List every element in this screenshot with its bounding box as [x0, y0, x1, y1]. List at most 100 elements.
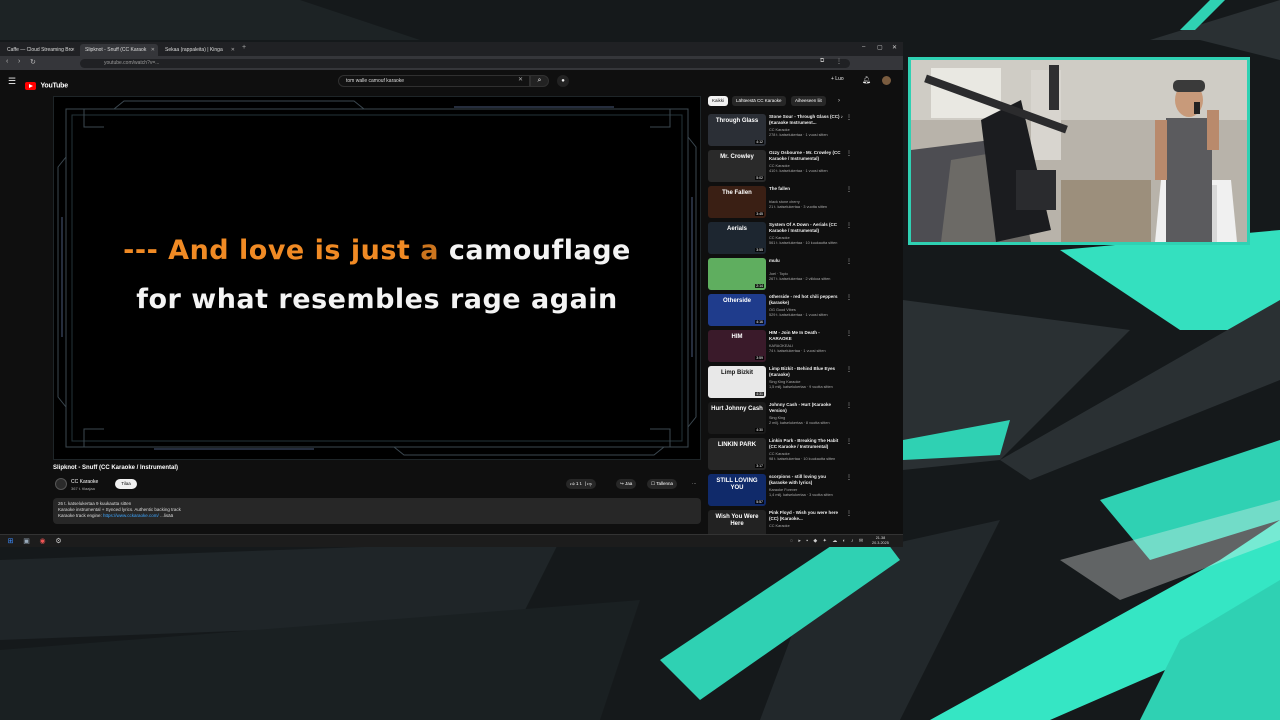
maximize-icon[interactable]: ▢: [877, 44, 883, 51]
more-options-icon[interactable]: ⋮: [846, 330, 852, 337]
recommendation-title[interactable]: HIM - Join Me In Death - KARAOKE: [769, 330, 843, 341]
recommendation-title[interactable]: Limp Bizkit - Behind Blue Eyes (Karaoke): [769, 366, 843, 377]
more-options-icon[interactable]: ⋮: [846, 474, 852, 481]
subscribe-button[interactable]: Tilaa: [115, 479, 137, 489]
share-button[interactable]: ↪ Jaa: [616, 479, 637, 489]
recommendation-title[interactable]: mulu: [769, 258, 843, 264]
save-label: Tallenna: [656, 481, 673, 486]
tab-2[interactable]: Slipknot - Snuff (CC Karaok ✕: [80, 44, 158, 56]
chip-related[interactable]: Aiheeseen liit: [791, 96, 826, 106]
search-input[interactable]: tom walle camouf karaoke: [338, 75, 530, 87]
url-field[interactable]: youtube.com/watch?v=...: [80, 59, 850, 68]
close-icon[interactable]: ✕: [71, 44, 75, 56]
recommendation-thumbnail[interactable]: The Fallen 3:45: [708, 186, 766, 218]
recommendation-item[interactable]: Otherside 4:16 otherside - red hot chili p…: [708, 294, 853, 328]
more-options-icon[interactable]: ⋮: [846, 222, 852, 229]
clock[interactable]: 21.38 20.3.2025: [872, 536, 889, 546]
thumbs-down-icon[interactable]: | 👎︎: [584, 481, 592, 486]
more-options-icon[interactable]: ⋮: [846, 258, 852, 265]
youtube-logo[interactable]: YouTube: [25, 77, 68, 95]
channel-name[interactable]: CC Karaoke: [71, 479, 98, 485]
thumbnail-text: STILL LOVING YOU: [716, 478, 758, 491]
recommendation-item[interactable]: Mr. Crowley 5:02 Ozzy Osbourne - Mr. Crowl…: [708, 150, 853, 184]
recommendation-item[interactable]: Aerials 3:55 System Of A Down - Aerials (C…: [708, 222, 853, 256]
recommendation-thumbnail[interactable]: 2:14: [708, 258, 766, 290]
minimize-icon[interactable]: –: [862, 44, 865, 50]
recommendation-title[interactable]: The fallen: [769, 186, 843, 192]
more-actions-button[interactable]: ···: [688, 479, 701, 489]
save-button[interactable]: ☐ Tallenna: [647, 479, 677, 489]
new-tab-icon[interactable]: +: [242, 44, 246, 51]
clear-search-icon[interactable]: ✕: [518, 76, 523, 83]
extensions-icon[interactable]: ⧉: [820, 58, 824, 65]
account-avatar[interactable]: [882, 76, 891, 85]
chip-all[interactable]: Kaikki: [708, 96, 729, 106]
chip-from-channel[interactable]: Lähteestä CC Karaoke: [732, 96, 786, 106]
windows-start-icon[interactable]: ⊞: [6, 537, 15, 546]
tab-3[interactable]: Sekaa (rappaleita) | Kinga ✕: [160, 44, 238, 56]
browser-icon[interactable]: ◉: [38, 537, 47, 546]
video-player[interactable]: --- And love is just a camouflage for wh…: [53, 96, 701, 460]
close-icon[interactable]: ✕: [151, 44, 155, 56]
description-link[interactable]: https://www.cckaraoke.com/: [103, 513, 159, 518]
recommendation-thumbnail[interactable]: HIM 3:59: [708, 330, 766, 362]
more-options-icon[interactable]: ⋮: [846, 438, 852, 445]
recommendation-item[interactable]: HIM 3:59 HIM - Join Me In Death - KARAOKE K…: [708, 330, 853, 364]
recommendation-title[interactable]: Pink Floyd - Wish you were here (CC) (Ka…: [769, 510, 843, 521]
recommendation-item[interactable]: 2:14 mulu Joel · Topic 267 t. katselukertaa…: [708, 258, 853, 292]
recommendation-item[interactable]: LINKIN PARK 3:17 Linkin Park - Breaking Th…: [708, 438, 853, 472]
channel-avatar[interactable]: [55, 478, 67, 490]
recommendation-title[interactable]: Linkin Park - Breaking The Habit (CC Kar…: [769, 438, 843, 449]
file-explorer-icon[interactable]: ▣: [22, 537, 31, 546]
lyric-partial-part: a: [420, 235, 439, 266]
recommendation-item[interactable]: Through Glass 4:12 Stone Sour - Through Gl…: [708, 114, 853, 148]
close-icon[interactable]: ✕: [231, 44, 235, 56]
recommendation-thumbnail[interactable]: LINKIN PARK 3:17: [708, 438, 766, 470]
recommendation-thumbnail[interactable]: Aerials 3:55: [708, 222, 766, 254]
more-options-icon[interactable]: ⋮: [846, 366, 852, 373]
recommendation-thumbnail[interactable]: Hurt Johnny Cash 4:30: [708, 402, 766, 434]
thumbnail-text: HIM: [731, 334, 743, 340]
more-options-icon[interactable]: ⋮: [846, 186, 852, 193]
more-options-icon[interactable]: ⋮: [846, 294, 852, 301]
recommendation-item[interactable]: Limp Bizkit 4:31 Limp Bizkit - Behind Blue…: [708, 366, 853, 400]
search-button[interactable]: ⌕: [530, 75, 549, 87]
recommendation-thumbnail[interactable]: Mr. Crowley 5:02: [708, 150, 766, 182]
recommendation-item[interactable]: Hurt Johnny Cash 4:30 Johnny Cash - Hurt (…: [708, 402, 853, 436]
recommendation-thumbnail[interactable]: Limp Bizkit 4:31: [708, 366, 766, 398]
create-button[interactable]: + Luo: [831, 76, 844, 82]
chevron-right-icon[interactable]: ›: [838, 98, 840, 104]
tab-1[interactable]: Caffe — Cloud Streaming Bro ✕: [2, 44, 78, 56]
like-button[interactable]: 👍︎ 1 t. | 👎︎: [566, 479, 596, 489]
more-options-icon[interactable]: ⋮: [846, 510, 852, 517]
system-tray[interactable]: ◌ ▸ ▪ ◆ ✦ ☁ ◐ ♪ ✉: [790, 538, 865, 544]
hamburger-menu-icon[interactable]: ☰: [8, 76, 16, 87]
recommendation-item[interactable]: STILL LOVING YOU 5:57 scorpions - still lo…: [708, 474, 853, 508]
recommendation-thumbnail[interactable]: Through Glass 4:12: [708, 114, 766, 146]
reload-icon[interactable]: ↻: [30, 58, 36, 66]
menu-icon[interactable]: ⋮: [836, 58, 842, 65]
recommendation-title[interactable]: System Of A Down - Aerials (CC Karaoke /…: [769, 222, 843, 233]
forward-icon[interactable]: ›: [18, 58, 20, 65]
recommendation-title[interactable]: Johnny Cash - Hurt (Karaoke Version): [769, 402, 843, 413]
recommendation-channel[interactable]: CC Karaoke: [769, 524, 843, 529]
recommendation-thumbnail[interactable]: STILL LOVING YOU 5:57: [708, 474, 766, 506]
more-options-icon[interactable]: ⋮: [846, 150, 852, 157]
app-icon[interactable]: ⚙: [54, 537, 63, 546]
recommendation-title[interactable]: Stone Sour - Through Glass (CC) ♪ (Karao…: [769, 114, 843, 125]
back-icon[interactable]: ‹: [6, 58, 8, 65]
recommendation-title[interactable]: otherside - red hot chili peppers (karao…: [769, 294, 843, 305]
recommendation-thumbnail[interactable]: Otherside 4:16: [708, 294, 766, 326]
microphone-icon[interactable]: ●: [557, 75, 569, 87]
notifications-bell-icon[interactable]: 🔔︎: [862, 76, 871, 84]
more-options-icon[interactable]: ⋮: [846, 402, 852, 409]
video-description[interactable]: 26 t. katselukertaa 9 kuukautta sitten K…: [53, 498, 701, 524]
more-options-icon[interactable]: ⋮: [846, 114, 852, 121]
recommendation-title[interactable]: scorpions - still loving you (karaoke wi…: [769, 474, 843, 485]
show-more-link[interactable]: ...lisää: [160, 513, 173, 518]
recommendation-title[interactable]: Ozzy Osbourne - Mr. Crowley (CC Karaoke …: [769, 150, 843, 161]
circuit-border-graphic: [57, 100, 697, 456]
recommendation-item[interactable]: The Fallen 3:45 The fallen black stone cher…: [708, 186, 853, 220]
close-window-icon[interactable]: ✕: [892, 44, 897, 51]
video-duration: 2:14: [755, 284, 764, 288]
